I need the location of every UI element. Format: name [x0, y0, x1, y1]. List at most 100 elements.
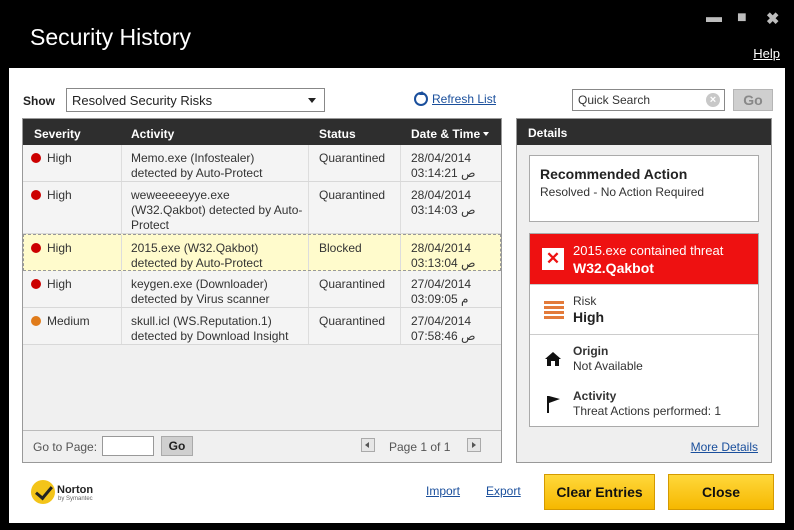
activity-text: detected by Download Insight: [131, 329, 289, 343]
table-row[interactable]: High keygen.exe (Downloader) detected by …: [23, 271, 501, 308]
history-table: Severity Activity Status Date & Time Hig…: [22, 118, 502, 463]
activity-text: detected by Auto-Protect: [131, 256, 263, 270]
close-button[interactable]: Close: [668, 474, 774, 510]
minimize-icon[interactable]: ▬: [706, 9, 722, 27]
import-link[interactable]: Import: [426, 484, 460, 498]
page-number-input[interactable]: [102, 436, 154, 456]
date-cell: 27/04/2014 07:58:46 ص: [411, 314, 476, 344]
table-row[interactable]: High weweeeeeyye.exe (W32.Qakbot) detecte…: [23, 182, 501, 234]
date-text: 28/04/2014: [411, 188, 472, 202]
norton-logo: Norton by Symantec: [31, 478, 101, 508]
date-text: 27/04/2014: [411, 314, 472, 328]
activity-cell: skull.icl (WS.Reputation.1) detected by D…: [131, 314, 288, 344]
previous-page-icon[interactable]: [361, 438, 375, 452]
details-panel: Details Recommended Action Resolved - No…: [516, 118, 772, 463]
table-row-selected[interactable]: High 2015.exe (W32.Qakbot) detected by Au…: [23, 234, 501, 271]
severity-cell: High: [31, 151, 72, 166]
column-date-time-label: Date & Time: [411, 127, 481, 141]
recommended-action-value: Resolved - No Action Required: [540, 185, 705, 199]
activity-text: weweeeeeyye.exe: [131, 188, 230, 202]
norton-brand-name: Norton: [57, 484, 94, 496]
page-indicator: Page 1 of 1: [389, 440, 451, 454]
recommended-action-box: Recommended Action Resolved - No Action …: [529, 155, 759, 222]
date-text: 28/04/2014: [411, 241, 472, 255]
table-rows: High Memo.exe (Infostealer) detected by A…: [23, 145, 501, 345]
column-severity[interactable]: Severity: [34, 127, 81, 141]
severity-high-icon: [31, 279, 41, 289]
activity-text: 2015.exe (W32.Qakbot): [131, 241, 259, 255]
time-text: 03:09:05 م: [411, 292, 469, 306]
activity-cell: weweeeeeyye.exe (W32.Qakbot) detected by …: [131, 188, 302, 233]
activity-label: Activity: [573, 389, 617, 403]
activity-text: (W32.Qakbot) detected by Auto-: [131, 203, 303, 217]
search-go-button[interactable]: Go: [733, 89, 773, 111]
activity-text: Memo.exe (Infostealer): [131, 151, 255, 165]
severity-cell: High: [31, 188, 72, 203]
threat-x-icon: ✕: [542, 248, 564, 270]
date-cell: 27/04/2014 03:09:05 م: [411, 277, 471, 307]
activity-text: detected by Virus scanner: [131, 292, 270, 306]
column-status[interactable]: Status: [319, 127, 356, 141]
time-text: 03:13:04 ص: [411, 256, 476, 270]
help-link[interactable]: Help: [753, 46, 780, 61]
activity-text: Protect: [131, 218, 170, 232]
show-filter-value: Resolved Security Risks: [72, 93, 213, 108]
go-to-page-button[interactable]: Go: [161, 436, 193, 456]
clear-search-icon[interactable]: ×: [706, 93, 720, 107]
origin-value: Not Available: [573, 359, 643, 373]
date-text: 27/04/2014: [411, 277, 472, 291]
sort-descending-icon: [483, 132, 490, 136]
origin-activity-section: Origin Not Available Activity Threat Act…: [530, 334, 758, 428]
table-row[interactable]: Medium skull.icl (WS.Reputation.1) detect…: [23, 308, 501, 345]
window-title: Security History: [30, 24, 192, 50]
chevron-down-icon: [308, 98, 316, 103]
activity-cell: keygen.exe (Downloader) detected by Virus…: [131, 277, 270, 307]
severity-text: High: [47, 151, 72, 165]
date-cell: 28/04/2014 03:14:21 ص: [411, 151, 476, 181]
status-cell: Quarantined: [319, 151, 386, 165]
main-content: Show Resolved Security Risks Refresh Lis…: [9, 68, 785, 523]
severity-cell: High: [31, 241, 72, 256]
status-cell: Quarantined: [319, 314, 386, 328]
security-history-window: Security History ▬ ■ ✖ Help Show Resolve…: [0, 0, 794, 530]
table-row[interactable]: High Memo.exe (Infostealer) detected by A…: [23, 145, 501, 182]
title-bar: Security History ▬ ■ ✖ Help: [0, 0, 794, 68]
severity-high-icon: [31, 243, 41, 253]
refresh-icon: [414, 91, 428, 106]
status-cell: Blocked: [319, 241, 362, 255]
severity-cell: High: [31, 277, 72, 292]
quick-search-input[interactable]: Quick Search ×: [572, 89, 725, 111]
column-date-time[interactable]: Date & Time: [411, 127, 490, 141]
refresh-list-label[interactable]: Refresh List: [432, 92, 496, 106]
threat-summary-box: ✕ 2015.exe contained threat W32.Qakbot R…: [529, 233, 759, 427]
status-cell: Quarantined: [319, 188, 386, 202]
severity-text: High: [47, 241, 72, 255]
refresh-list-link[interactable]: Refresh List: [414, 91, 496, 106]
date-cell: 28/04/2014 03:14:03 ص: [411, 188, 476, 218]
column-activity[interactable]: Activity: [131, 127, 174, 141]
recommended-action-title: Recommended Action: [540, 166, 688, 182]
severity-high-icon: [31, 153, 41, 163]
flag-icon: [547, 396, 560, 413]
time-text: 03:14:03 ص: [411, 203, 476, 217]
show-filter-dropdown[interactable]: Resolved Security Risks: [66, 88, 325, 112]
origin-label: Origin: [573, 344, 609, 358]
more-details-link[interactable]: More Details: [691, 440, 758, 454]
clear-entries-button[interactable]: Clear Entries: [544, 474, 655, 510]
threat-name: W32.Qakbot: [573, 260, 654, 276]
severity-text: High: [47, 277, 72, 291]
activity-text: detected by Auto-Protect: [131, 166, 263, 180]
quick-search-placeholder: Quick Search: [578, 93, 651, 107]
norton-brand-sub: by Symantec: [58, 496, 93, 502]
severity-cell: Medium: [31, 314, 90, 329]
date-cell: 28/04/2014 03:13:04 ص: [411, 241, 476, 271]
maximize-icon[interactable]: ■: [737, 9, 747, 27]
severity-text: Medium: [47, 314, 90, 328]
threat-description: 2015.exe contained threat: [573, 243, 724, 258]
close-window-icon[interactable]: ✖: [766, 9, 779, 29]
details-header: Details: [517, 119, 771, 145]
table-pagination: Go to Page: Go Page 1 of 1: [23, 430, 501, 462]
risk-label: Risk: [573, 294, 597, 308]
next-page-icon[interactable]: [467, 438, 481, 452]
export-link[interactable]: Export: [486, 484, 521, 498]
